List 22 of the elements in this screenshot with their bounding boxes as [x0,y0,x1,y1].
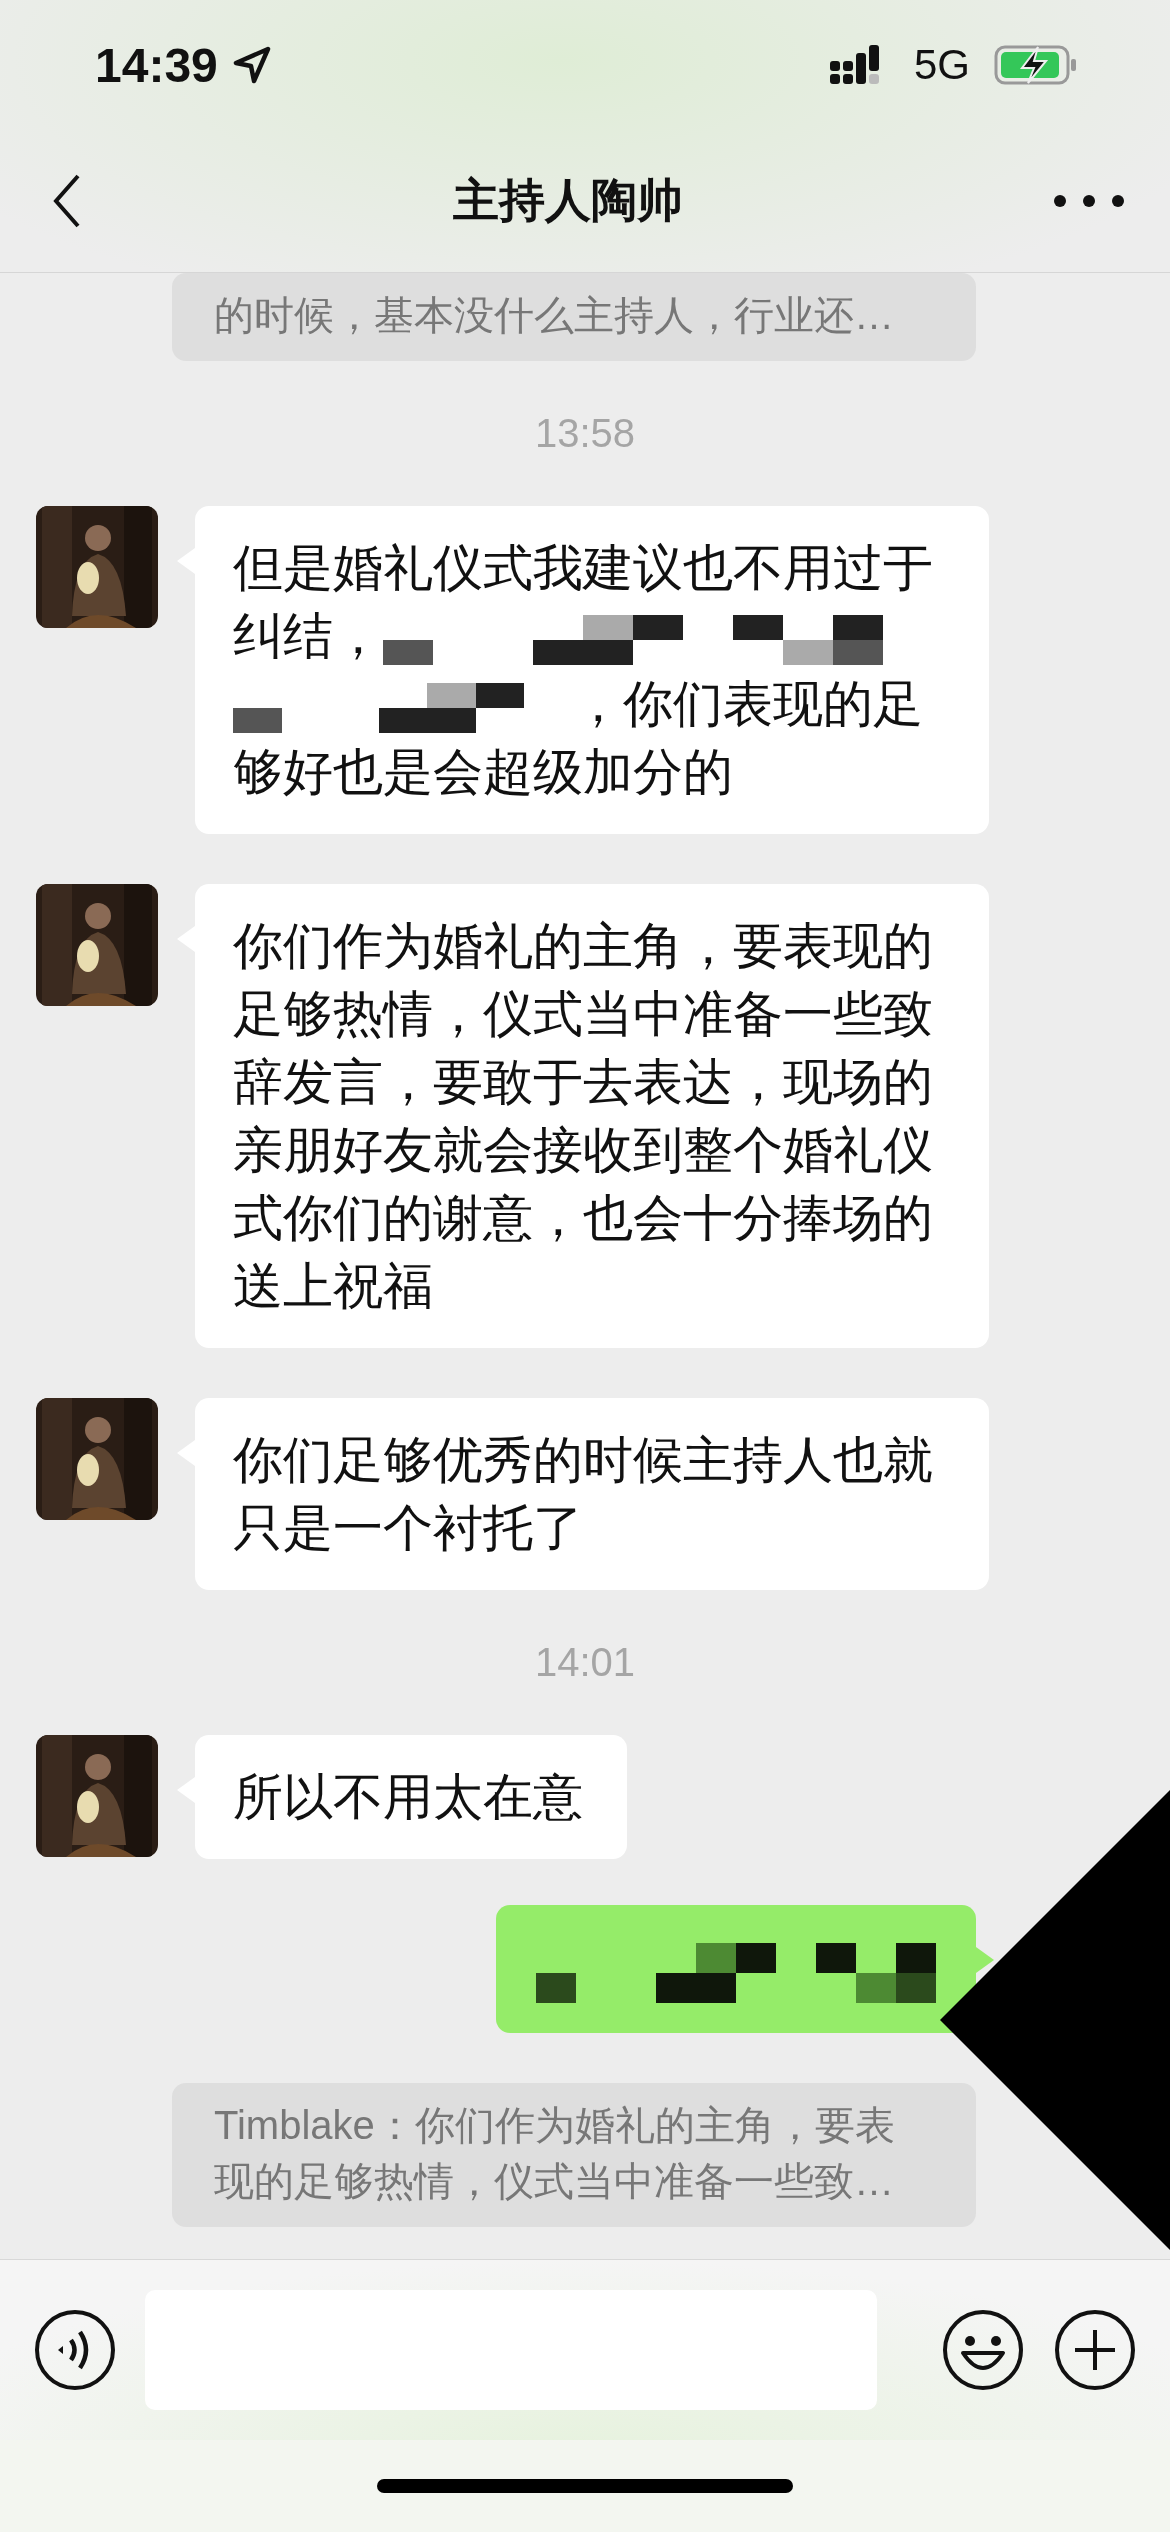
clock-time: 14:39 [95,37,218,93]
timestamp: 13:58 [534,411,636,456]
message-text: 但是婚礼仪式我建议也不用过于 [233,539,933,598]
emoji-icon[interactable] [941,2308,1025,2392]
message-text: 纠结， [233,607,383,666]
quoted-message: 的时候，基本没什么主持人，行业还… [172,273,976,361]
chat-title: 主持人陶帅 [452,173,683,228]
battery-charging-icon [994,45,1078,85]
network-label: 5G [913,41,970,89]
quoted-message: Timblake：你们作为婚礼的主角，要表现的足够热情，仪式当中准备一些致… [172,2083,976,2227]
message-text: 够好也是会超级加分的 [233,743,733,802]
message-input-field[interactable] [145,2290,877,2410]
message-text: 你们作为婚礼的主角，要表现的足够热情，仪式当中准备一些致辞发言，要敢于去表达，现场的亲朋好友就会接收到整个婚礼仪式你们的谢意，也会十分捧场的送上祝福 [233,918,933,1314]
back-icon[interactable] [52,173,82,229]
plus-icon[interactable] [1053,2308,1137,2392]
message-text: 所以不用太在意 [233,1769,583,1825]
more-icon[interactable] [1053,194,1125,208]
voice-icon[interactable] [33,2308,117,2392]
location-arrow-icon [231,45,272,85]
message-text: 你们足够优秀的时候主持人也就只是一个衬托了 [233,1432,933,1556]
message-text: ，你们表现的足 [573,675,923,734]
timestamp: 14:01 [534,1640,636,1685]
